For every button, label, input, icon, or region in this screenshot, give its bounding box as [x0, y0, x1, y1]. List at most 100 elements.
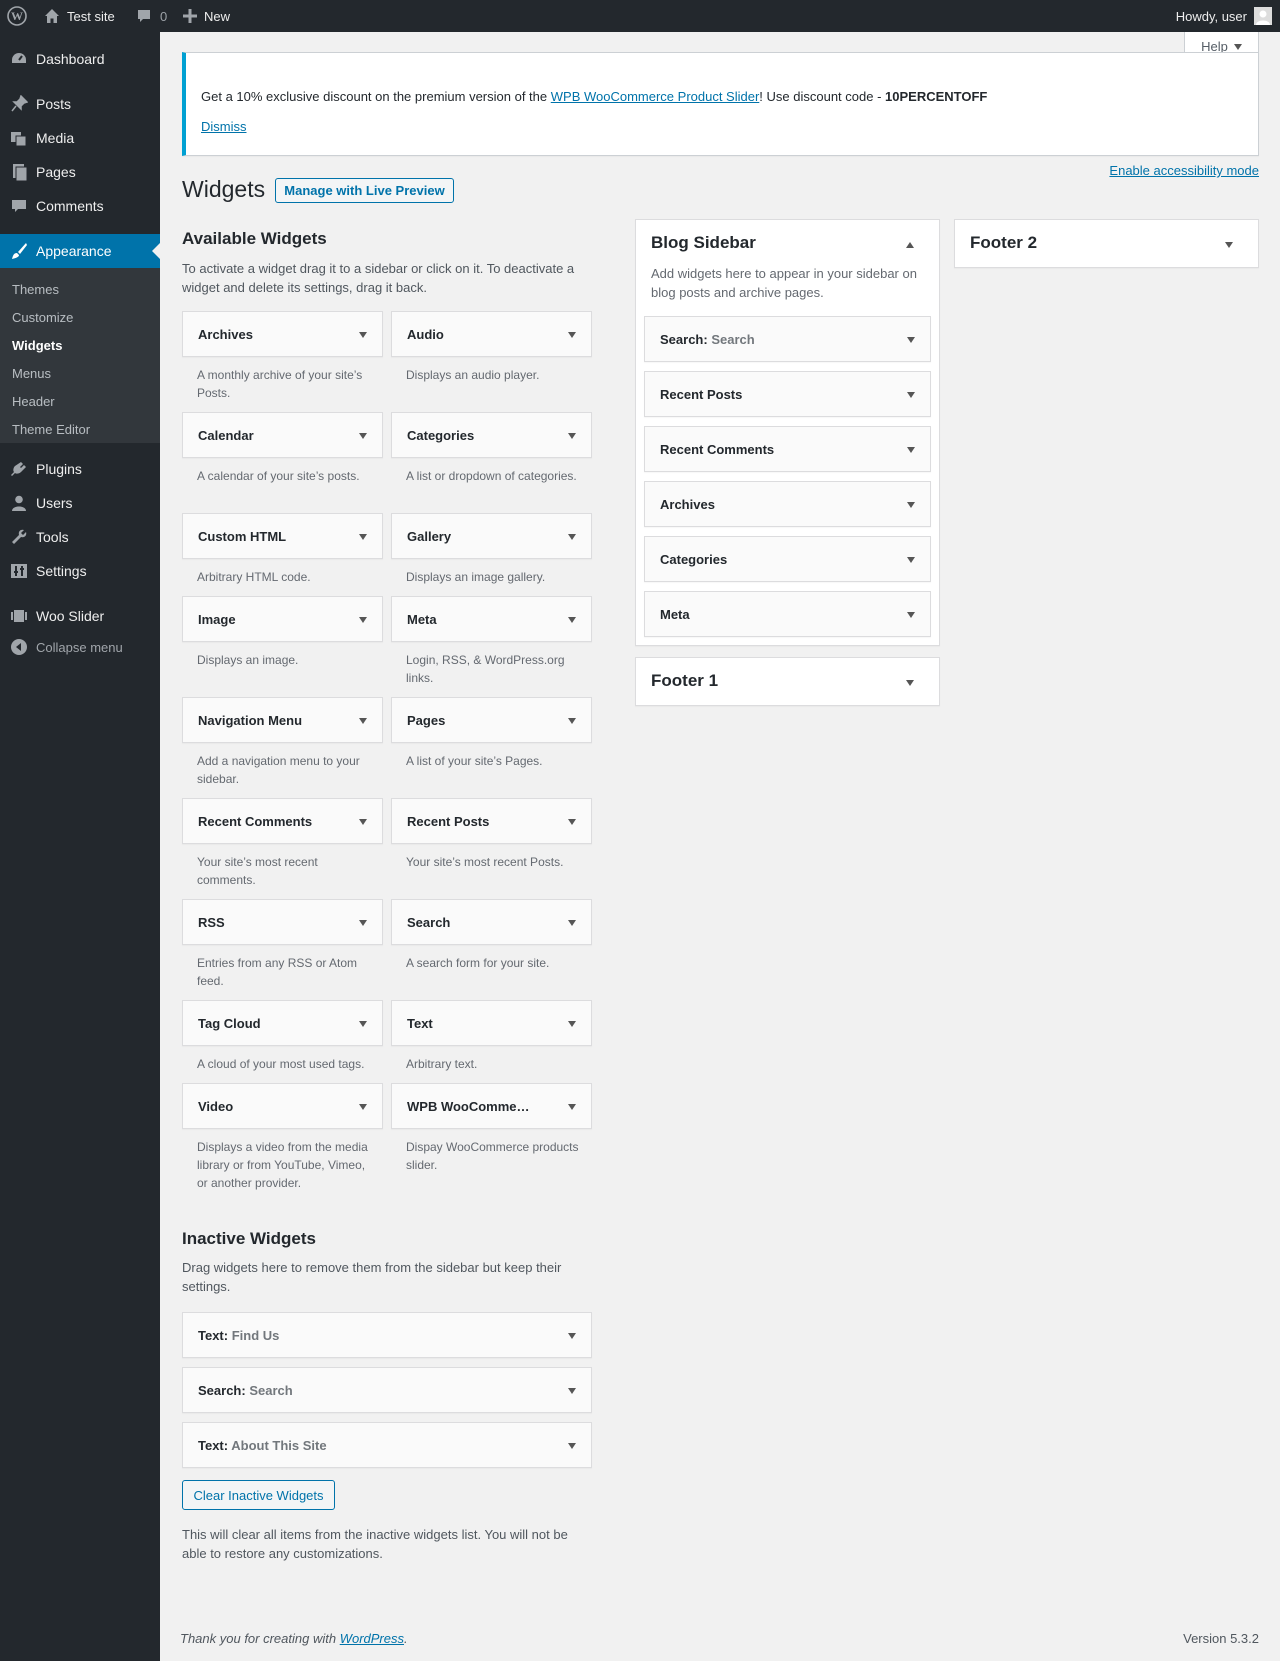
available-widget[interactable]: RSS [182, 899, 383, 945]
submenu-header[interactable]: Header [12, 394, 55, 409]
available-widget[interactable]: Custom HTML [182, 513, 383, 559]
footer-2-area[interactable]: Footer 2 [954, 219, 1259, 268]
accessibility-mode-link[interactable]: Enable accessibility mode [1109, 163, 1259, 178]
sidebar-widget[interactable]: Search: Search [644, 316, 931, 362]
widget-title: Recent Comments [660, 442, 774, 457]
available-widget[interactable]: Audio [391, 311, 592, 357]
available-widget[interactable]: Image [182, 596, 383, 642]
chevron-down-icon[interactable] [907, 337, 915, 343]
widget-type: Search: [660, 332, 708, 347]
menu-media[interactable]: Media [0, 121, 160, 155]
chevron-down-icon[interactable] [568, 1021, 576, 1027]
plus-icon [183, 9, 197, 23]
inactive-widget[interactable]: Search: Search [182, 1367, 592, 1413]
available-widget[interactable]: Search [391, 899, 592, 945]
chevron-down-icon[interactable] [568, 1333, 576, 1339]
chevron-down-icon[interactable] [568, 718, 576, 724]
widget-title: Recent Posts [660, 387, 742, 402]
comments-link[interactable]: 0 [136, 0, 167, 32]
chevron-down-icon[interactable] [907, 447, 915, 453]
dismiss-link[interactable]: Dismiss [201, 119, 247, 134]
menu-appearance[interactable]: Appearance [0, 234, 160, 268]
sidebar-widget[interactable]: Recent Posts [644, 371, 931, 417]
blog-sidebar-area[interactable]: Blog Sidebar Add widgets here to appear … [635, 219, 940, 646]
chevron-down-icon[interactable] [568, 433, 576, 439]
chevron-down-icon[interactable] [568, 1104, 576, 1110]
submenu-menus[interactable]: Menus [12, 366, 51, 381]
available-widget[interactable]: Tag Cloud [182, 1000, 383, 1046]
available-widget[interactable]: Gallery [391, 513, 592, 559]
available-widget[interactable]: Text [391, 1000, 592, 1046]
notice-product-link[interactable]: WPB WooCommerce Product Slider [551, 89, 760, 104]
inactive-widget[interactable]: Text: About This Site [182, 1422, 592, 1468]
chevron-down-icon[interactable] [568, 332, 576, 338]
my-account-link[interactable]: Howdy, user [1176, 0, 1272, 32]
available-widget[interactable]: Navigation Menu [182, 697, 383, 743]
widget-title: Search [407, 915, 451, 930]
chevron-down-icon[interactable] [907, 557, 915, 563]
available-widget[interactable]: Recent Posts [391, 798, 592, 844]
chevron-down-icon[interactable] [906, 680, 914, 686]
sidebar-widget[interactable]: Recent Comments [644, 426, 931, 472]
menu-settings[interactable]: Settings [0, 554, 160, 588]
chevron-down-icon[interactable] [359, 1021, 367, 1027]
chevron-down-icon[interactable] [568, 1388, 576, 1394]
chevron-down-icon[interactable] [359, 534, 367, 540]
chevron-down-icon[interactable] [568, 1443, 576, 1449]
inactive-widgets-heading: Inactive Widgets [182, 1229, 316, 1248]
chevron-down-icon[interactable] [568, 617, 576, 623]
manage-live-preview-button[interactable]: Manage with Live Preview [275, 178, 454, 203]
sidebar-widget[interactable]: Archives [644, 481, 931, 527]
submenu-theme-editor[interactable]: Theme Editor [12, 422, 90, 437]
chevron-down-icon[interactable] [359, 718, 367, 724]
chevron-down-icon[interactable] [359, 617, 367, 623]
wordpress-logo-icon[interactable]: W [7, 0, 27, 32]
menu-dashboard[interactable]: Dashboard [0, 42, 160, 76]
chevron-down-icon[interactable] [359, 332, 367, 338]
available-widget[interactable]: WPB WooComme… [391, 1083, 592, 1129]
available-widget[interactable]: Pages [391, 697, 592, 743]
chevron-down-icon[interactable] [907, 392, 915, 398]
inactive-widgets-description: Drag widgets here to remove them from th… [182, 1260, 562, 1294]
chevron-down-icon[interactable] [359, 1104, 367, 1110]
available-widget[interactable]: Recent Comments [182, 798, 383, 844]
chevron-down-icon[interactable] [359, 819, 367, 825]
menu-woo-slider[interactable]: Woo Slider [0, 599, 160, 633]
widget-title: RSS [198, 915, 225, 930]
available-widget[interactable]: Archives [182, 311, 383, 357]
wordpress-link[interactable]: WordPress [340, 1631, 404, 1646]
submenu-themes[interactable]: Themes [12, 282, 59, 297]
inactive-widget[interactable]: Text: Find Us [182, 1312, 592, 1358]
menu-tools[interactable]: Tools [0, 520, 160, 554]
menu-comments[interactable]: Comments [0, 189, 160, 223]
chevron-down-icon[interactable] [907, 612, 915, 618]
footer-1-area[interactable]: Footer 1 [635, 657, 940, 706]
submenu-customize[interactable]: Customize [12, 310, 73, 325]
sidebar-widget[interactable]: Meta [644, 591, 931, 637]
chevron-down-icon[interactable] [568, 920, 576, 926]
widget-title: Text: Find Us [198, 1328, 279, 1343]
plug-icon [9, 459, 29, 479]
chevron-down-icon[interactable] [568, 534, 576, 540]
menu-pages[interactable]: Pages [0, 155, 160, 189]
chevron-down-icon[interactable] [359, 920, 367, 926]
menu-users[interactable]: Users [0, 486, 160, 520]
chevron-up-icon[interactable] [906, 242, 914, 248]
chevron-down-icon[interactable] [907, 502, 915, 508]
widget-title: Text: About This Site [198, 1438, 327, 1453]
clear-inactive-widgets-button[interactable]: Clear Inactive Widgets [182, 1480, 335, 1510]
available-widget[interactable]: Calendar [182, 412, 383, 458]
menu-plugins[interactable]: Plugins [0, 452, 160, 486]
collapse-menu-button[interactable]: Collapse menu [0, 630, 160, 664]
sidebar-widget[interactable]: Categories [644, 536, 931, 582]
new-content-link[interactable]: New [183, 0, 230, 32]
available-widget[interactable]: Video [182, 1083, 383, 1129]
submenu-widgets[interactable]: Widgets [12, 338, 62, 353]
menu-posts[interactable]: Posts [0, 87, 160, 121]
site-name-link[interactable]: Test site [44, 0, 115, 32]
chevron-down-icon[interactable] [359, 433, 367, 439]
chevron-down-icon[interactable] [568, 819, 576, 825]
available-widget[interactable]: Meta [391, 596, 592, 642]
chevron-down-icon[interactable] [1225, 242, 1233, 248]
available-widget[interactable]: Categories [391, 412, 592, 458]
